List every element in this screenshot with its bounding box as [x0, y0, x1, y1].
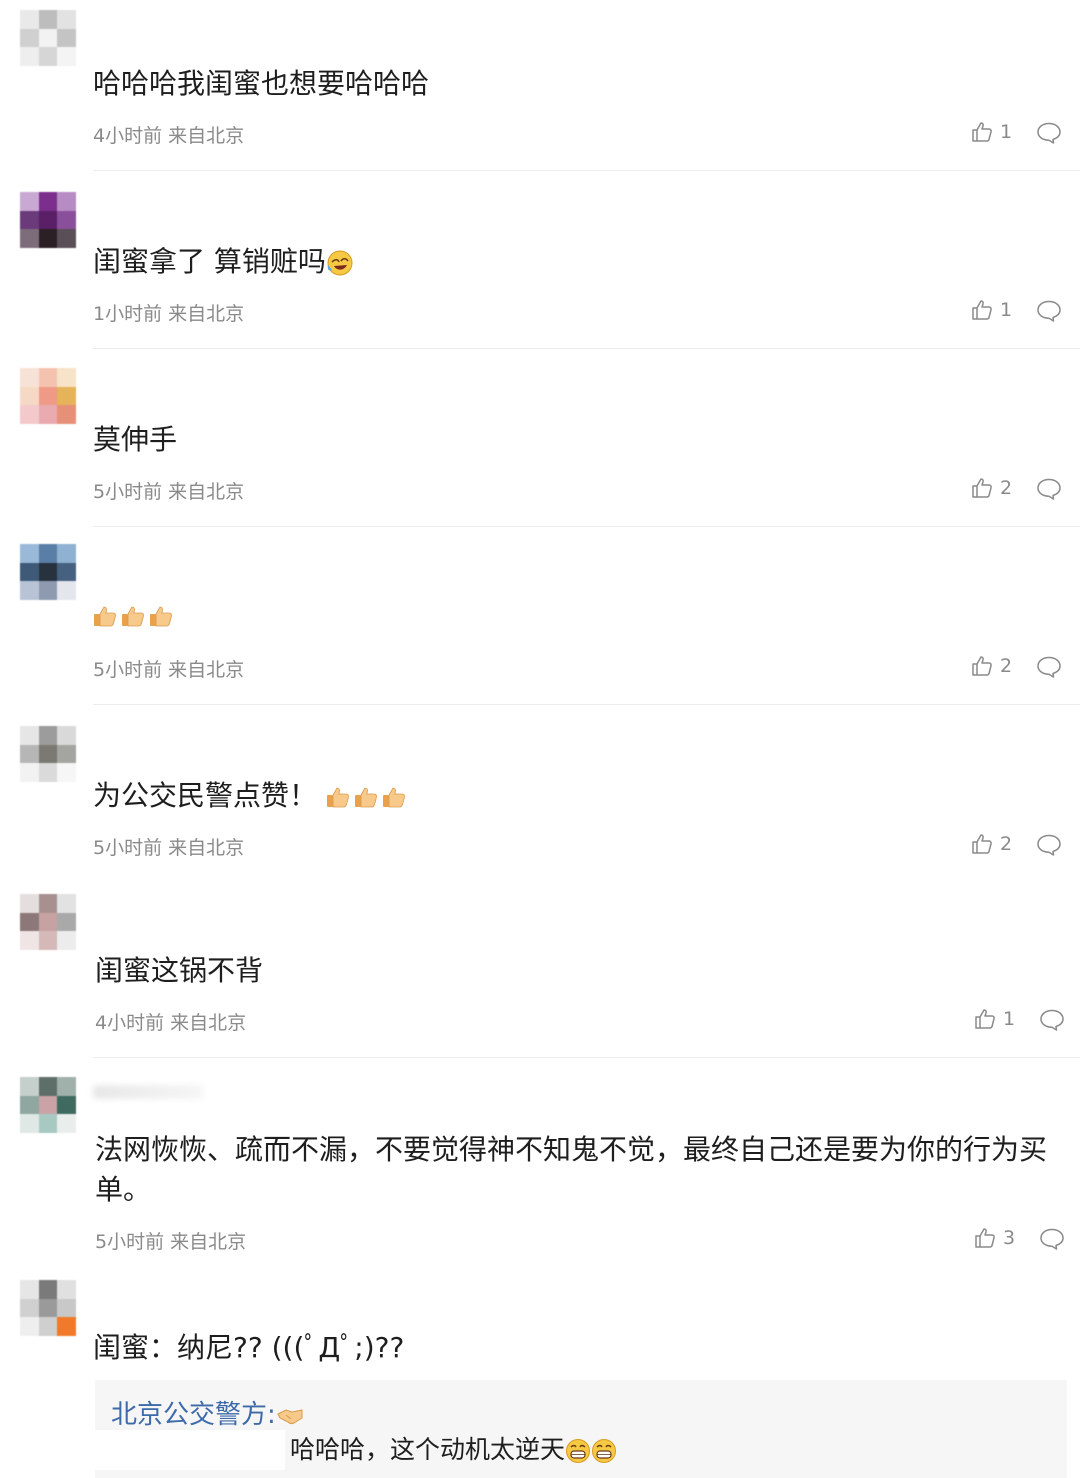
comment-text: 哈哈哈我闺蜜也想要哈哈哈: [93, 67, 430, 100]
speech-bubble-icon[interactable]: [1036, 833, 1062, 857]
like-count: 2: [1000, 477, 1013, 499]
thumbs-up-outline-icon: [973, 1226, 997, 1250]
blurred-region: [95, 1430, 285, 1470]
divider: [93, 704, 1080, 705]
avatar[interactable]: [20, 1280, 76, 1336]
grinning-emoji: [591, 1438, 617, 1464]
divider: [93, 170, 1080, 171]
speech-bubble-icon[interactable]: [1039, 1008, 1065, 1032]
comment-meta: 1小时前 来自北京: [93, 303, 245, 325]
comment-text: 为公交民警点赞！: [93, 776, 410, 816]
comment-meta: 4小时前 来自北京: [95, 1012, 247, 1034]
handshake-emoji: [276, 1406, 304, 1426]
comment-meta: 5小时前 来自北京: [93, 659, 245, 681]
speech-bubble-icon[interactable]: [1036, 299, 1062, 323]
divider: [93, 348, 1080, 349]
comment-text-content: 为公交民警点赞！: [93, 779, 318, 812]
like-button[interactable]: 2: [970, 654, 1012, 678]
thumbs-up-emoji: [326, 786, 350, 808]
thumbs-up-emoji: [382, 786, 406, 808]
comment-text: 莫伸手: [93, 423, 178, 456]
like-count: 1: [1003, 1008, 1016, 1030]
username-blurred: [93, 1085, 203, 1099]
like-count: 1: [1000, 121, 1013, 143]
like-count: 1: [1000, 299, 1013, 321]
avatar[interactable]: [20, 544, 76, 600]
official-reply: 北京公交警方: 哈哈哈，这个动机太逆天: [95, 1380, 1067, 1478]
comment-meta: 5小时前 来自北京: [93, 837, 245, 859]
speech-bubble-icon[interactable]: [1036, 655, 1062, 679]
thumbs-up-emoji: [121, 605, 145, 627]
comment-text: 闺蜜拿了 算销赃吗: [93, 242, 354, 282]
avatar[interactable]: [20, 192, 76, 248]
like-button[interactable]: 3: [973, 1226, 1015, 1250]
grinning-emoji: [565, 1438, 591, 1464]
thumbs-up-emoji: [149, 605, 173, 627]
thumbs-up-outline-icon: [970, 120, 994, 144]
like-button[interactable]: 1: [970, 298, 1012, 322]
comment-meta: 5小时前 来自北京: [93, 481, 245, 503]
thumbs-up-outline-icon: [970, 298, 994, 322]
thumbs-up-outline-icon: [973, 1007, 997, 1031]
like-count: 2: [1000, 833, 1013, 855]
like-button[interactable]: 2: [970, 476, 1012, 500]
divider: [93, 1057, 1080, 1058]
thumbs-up-outline-icon: [970, 654, 994, 678]
like-count: 3: [1003, 1227, 1016, 1249]
speech-bubble-icon[interactable]: [1036, 121, 1062, 145]
comment-meta: 4小时前 来自北京: [93, 125, 245, 147]
speech-bubble-icon[interactable]: [1036, 477, 1062, 501]
thumbs-up-emoji: [354, 786, 378, 808]
comment-text: [93, 595, 177, 635]
avatar[interactable]: [20, 894, 76, 950]
like-button[interactable]: 1: [973, 1007, 1015, 1031]
divider: [93, 526, 1080, 527]
like-button[interactable]: 1: [970, 120, 1012, 144]
avatar[interactable]: [20, 368, 76, 424]
reply-author[interactable]: 北京公交警方:: [111, 1394, 304, 1431]
avatar[interactable]: [20, 1077, 76, 1133]
avatar[interactable]: [20, 10, 76, 66]
thumbs-up-outline-icon: [970, 832, 994, 856]
comment-meta: 5小时前 来自北京: [95, 1231, 247, 1253]
like-count: 2: [1000, 655, 1013, 677]
thumbs-up-outline-icon: [970, 476, 994, 500]
reply-text-content: 哈哈哈，这个动机太逆天: [290, 1435, 566, 1464]
reply-text: 哈哈哈，这个动机太逆天: [290, 1430, 617, 1466]
like-button[interactable]: 2: [970, 832, 1012, 856]
speech-bubble-icon[interactable]: [1039, 1227, 1065, 1251]
reply-author-name[interactable]: 北京公交警方:: [111, 1400, 276, 1430]
comment-text-content: 闺蜜拿了 算销赃吗: [93, 245, 326, 278]
comment-text: 闺蜜这锅不背: [95, 954, 264, 987]
laughing-crying-emoji: [326, 249, 354, 277]
comment-text: 闺蜜：纳尼?? (((ﾟДﾟ;)??: [93, 1331, 405, 1364]
avatar[interactable]: [20, 726, 76, 782]
comment-text: 法网恢恢、疏而不漏，不要觉得神不知鬼不觉，最终自己还是要为你的行为买单。: [95, 1133, 1048, 1206]
thumbs-up-emoji: [93, 605, 117, 627]
